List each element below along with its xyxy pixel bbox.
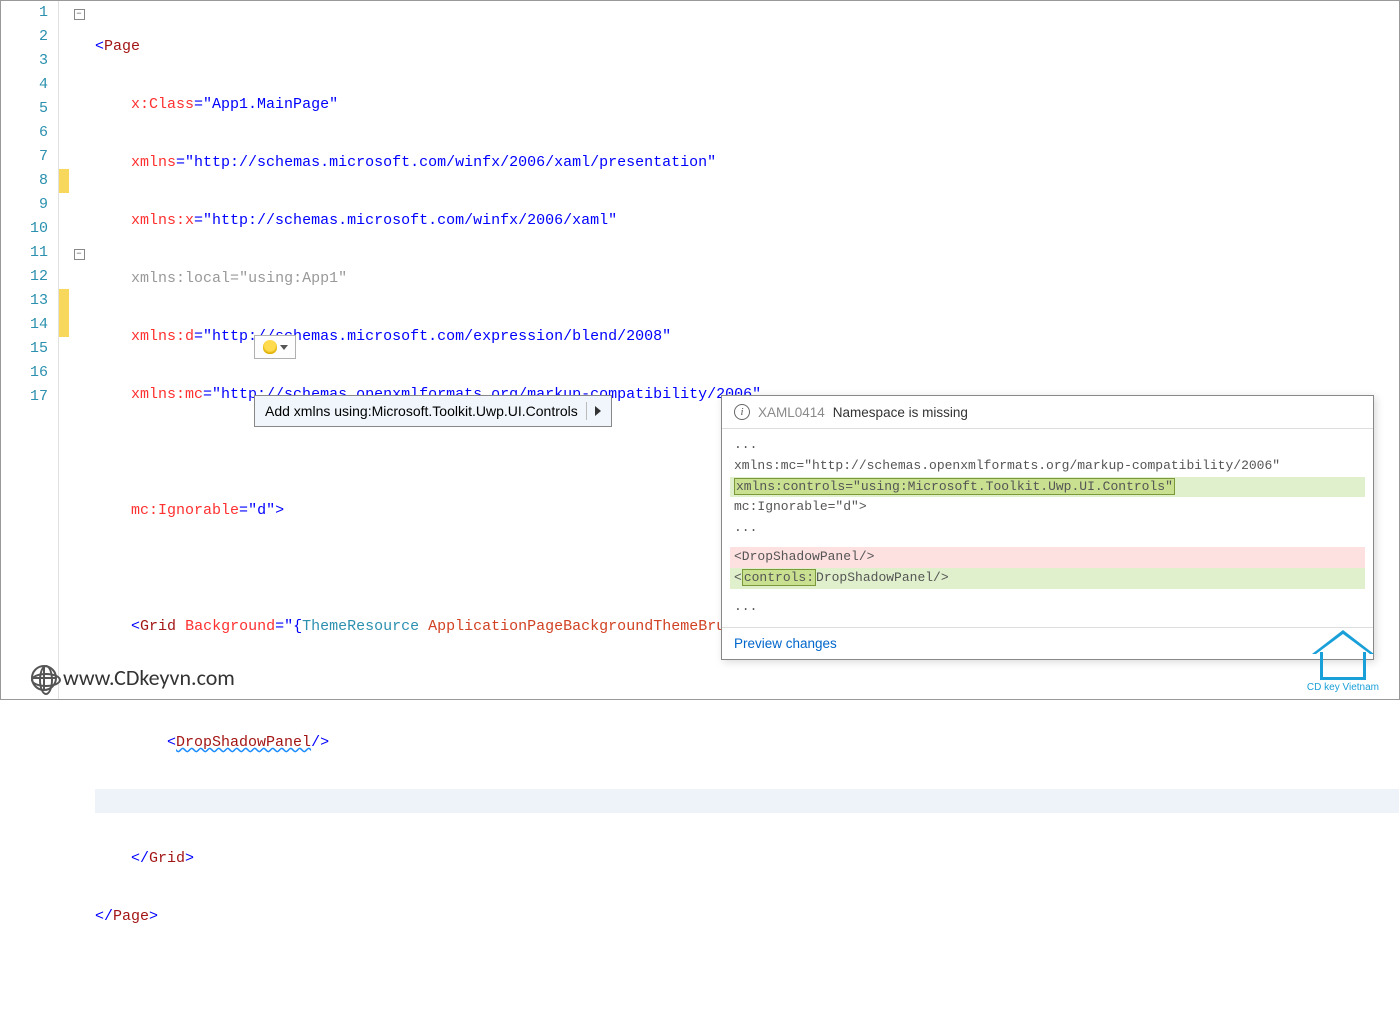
line-number: 14	[1, 313, 48, 337]
change-marker	[59, 169, 69, 193]
line-number: 6	[1, 121, 48, 145]
line-number: 11	[1, 241, 48, 265]
code-line[interactable]: <DropShadowPanel/>	[95, 731, 1399, 755]
line-number: 8	[1, 169, 48, 193]
error-squiggly[interactable]: DropShadowPanel	[176, 734, 311, 751]
code-line[interactable]: x:Class="App1.MainPage"	[95, 93, 1399, 117]
lightbulb-icon	[263, 340, 277, 354]
line-number: 12	[1, 265, 48, 289]
line-number: 13	[1, 289, 48, 313]
quick-fix-item[interactable]: Add xmlns using:Microsoft.Toolkit.Uwp.UI…	[254, 395, 612, 427]
error-message: Namespace is missing	[833, 405, 968, 420]
code-line[interactable]: <Page	[95, 35, 1399, 59]
info-icon: i	[734, 404, 750, 420]
line-number: 9	[1, 193, 48, 217]
line-number: 10	[1, 217, 48, 241]
line-number: 16	[1, 361, 48, 385]
fold-toggle[interactable]: −	[74, 249, 85, 260]
code-line[interactable]: xmlns:local="using:App1"	[95, 267, 1399, 291]
chevron-right-icon	[595, 406, 601, 416]
code-line[interactable]	[95, 963, 1399, 987]
watermark-logo: CD key Vietnam	[1307, 630, 1379, 693]
code-line[interactable]: </Grid>	[95, 847, 1399, 871]
quick-fix-label: Add xmlns using:Microsoft.Toolkit.Uwp.UI…	[265, 403, 578, 419]
line-number: 2	[1, 25, 48, 49]
globe-icon	[31, 665, 57, 691]
code-line[interactable]: </Page>	[95, 905, 1399, 929]
chevron-down-icon	[280, 345, 288, 350]
code-line[interactable]: xmlns="http://schemas.microsoft.com/winf…	[95, 151, 1399, 175]
preview-changes-link[interactable]: Preview changes	[722, 627, 1373, 659]
line-number: 7	[1, 145, 48, 169]
line-number: 1	[1, 1, 48, 25]
change-marker-column	[59, 1, 69, 699]
line-number: 4	[1, 73, 48, 97]
line-number-gutter: 1 2 3 4 5 6 7 8 9 10 11 12 13 14 15 16 1…	[1, 1, 59, 699]
quick-actions-button[interactable]	[254, 335, 296, 359]
preview-header: i XAML0414 Namespace is missing	[722, 396, 1373, 429]
quick-fix-preview-panel: i XAML0414 Namespace is missing ... xmln…	[721, 395, 1374, 660]
error-code: XAML0414	[758, 405, 825, 420]
line-number: 17	[1, 385, 48, 409]
house-icon	[1312, 630, 1374, 680]
change-marker	[59, 313, 69, 337]
fold-toggle[interactable]: −	[74, 9, 85, 20]
change-marker	[59, 289, 69, 313]
watermark-url: www.CDkeyvn.com	[31, 664, 235, 691]
fold-column: − −	[69, 1, 89, 699]
code-line-current[interactable]	[95, 789, 1399, 813]
line-number: 15	[1, 337, 48, 361]
line-number: 3	[1, 49, 48, 73]
code-line[interactable]	[95, 673, 1399, 697]
line-number: 5	[1, 97, 48, 121]
code-line[interactable]: xmlns:x="http://schemas.microsoft.com/wi…	[95, 209, 1399, 233]
preview-diff: ... xmlns:mc="http://schemas.openxmlform…	[722, 429, 1373, 627]
